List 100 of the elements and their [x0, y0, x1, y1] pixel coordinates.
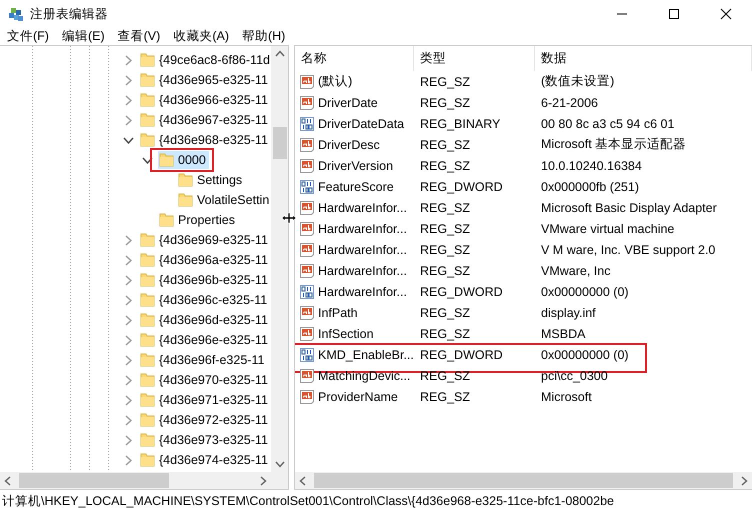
- folder-icon: [159, 212, 175, 228]
- value-name[interactable]: DriverVersion: [318, 158, 394, 172]
- tree-item[interactable]: Properties: [158, 211, 238, 229]
- value-type: REG_SZ: [419, 264, 472, 278]
- tree-item[interactable]: {4d36e966-e325-11: [139, 91, 271, 109]
- chevron-right-icon[interactable]: [124, 254, 132, 266]
- tree-item[interactable]: {4d36e96d-e325-11: [139, 311, 271, 329]
- string-value-icon: [299, 304, 315, 320]
- tree-item[interactable]: {49ce6ac8-6f86-11d: [139, 51, 271, 69]
- chevron-right-icon[interactable]: [124, 94, 132, 106]
- string-value-icon: [299, 220, 315, 236]
- value-name[interactable]: (默认): [318, 73, 352, 90]
- resize-cursor-icon: [281, 212, 297, 224]
- value-type: REG_SZ: [419, 200, 472, 214]
- tree-item[interactable]: {4d36e973-e325-11: [139, 431, 271, 449]
- folder-icon: [140, 272, 156, 288]
- menu-item[interactable]: 收藏夹(A): [167, 28, 236, 45]
- value-data: 0x00000000 (0): [541, 348, 629, 362]
- value-name[interactable]: MatchingDevic...: [318, 368, 410, 382]
- value-name[interactable]: HardwareInfor...: [318, 264, 407, 278]
- string-value-icon: [299, 262, 315, 278]
- chevron-right-icon[interactable]: [124, 454, 132, 466]
- value-data: 0x00000000 (0): [541, 284, 629, 298]
- value-data: Microsoft 基本显示适配器: [541, 137, 686, 151]
- folder-icon: [140, 412, 156, 428]
- tree-item[interactable]: {4d36e965-e325-11: [139, 71, 271, 89]
- value-name[interactable]: DriverDate: [318, 96, 378, 110]
- horizontal-scrollbar[interactable]: [295, 472, 752, 489]
- tree-item[interactable]: {4d36e96f-e325-11: [139, 351, 268, 369]
- value-type: REG_SZ: [419, 74, 472, 88]
- chevron-right-icon[interactable]: [124, 434, 132, 446]
- chevron-right-icon[interactable]: [124, 114, 132, 126]
- scrollbar-thumb[interactable]: [314, 473, 733, 488]
- tree-item[interactable]: Settings: [177, 171, 246, 189]
- tree-item[interactable]: {4d36e974-e325-11: [139, 451, 271, 469]
- folder-icon: [140, 252, 156, 268]
- tree-item[interactable]: {4d36e970-e325-11: [139, 371, 271, 389]
- menu-item[interactable]: 文件(F): [1, 28, 56, 45]
- folder-icon: [159, 152, 175, 168]
- tree-item[interactable]: 0000: [158, 151, 209, 169]
- value-name[interactable]: InfPath: [318, 306, 358, 320]
- value-name[interactable]: KMD_EnableBr...: [318, 348, 414, 362]
- tree-item[interactable]: {4d36e96c-e325-11: [139, 291, 270, 309]
- value-data: 10.0.10240.16384: [541, 158, 642, 172]
- scrollbar-thumb[interactable]: [272, 127, 286, 159]
- horizontal-scrollbar[interactable]: [0, 472, 288, 489]
- chevron-right-icon[interactable]: [124, 234, 132, 246]
- string-value-icon: [299, 200, 315, 216]
- chevron-right-icon[interactable]: [124, 374, 132, 386]
- value-name[interactable]: HardwareInfor...: [318, 200, 407, 214]
- chevron-right-icon[interactable]: [124, 294, 132, 306]
- chevron-right-icon[interactable]: [124, 414, 132, 426]
- value-name[interactable]: HardwareInfor...: [318, 284, 407, 298]
- column-header[interactable]: 数据: [535, 46, 752, 71]
- close-icon: [720, 8, 732, 20]
- tree-item[interactable]: {4d36e968-e325-11: [139, 131, 271, 149]
- column-header[interactable]: 名称: [295, 46, 414, 71]
- tree-item[interactable]: {4d36e96b-e325-11: [139, 271, 271, 289]
- window-title: 注册表编辑器: [30, 6, 108, 22]
- chevron-right-icon[interactable]: [124, 74, 132, 86]
- value-name[interactable]: ProviderName: [318, 390, 398, 404]
- chevron-right-icon[interactable]: [124, 334, 132, 346]
- tree-item[interactable]: {4d36e971-e325-11: [139, 391, 271, 409]
- value-name[interactable]: DriverDesc: [318, 138, 380, 152]
- value-name[interactable]: HardwareInfor...: [318, 222, 407, 236]
- column-header[interactable]: 类型: [414, 46, 535, 71]
- menu-item[interactable]: 帮助(H): [236, 28, 292, 45]
- chevron-right-icon[interactable]: [124, 394, 132, 406]
- scroll-left-icon: [4, 476, 11, 486]
- menu-item[interactable]: 编辑(E): [56, 28, 112, 45]
- vertical-scrollbar[interactable]: [271, 46, 288, 472]
- value-type: REG_SZ: [419, 390, 472, 404]
- chevron-down-icon[interactable]: [122, 136, 134, 144]
- value-data: display.inf: [541, 306, 596, 320]
- value-type: REG_DWORD: [419, 284, 504, 298]
- registry-path: 计算机\HKEY_LOCAL_MACHINE\SYSTEM\ControlSet001\Control\Class\{4d36e968-e325-11ce-bfc1-08002be: [2, 492, 614, 510]
- chevron-right-icon[interactable]: [124, 354, 132, 366]
- chevron-right-icon[interactable]: [124, 54, 132, 66]
- chevron-right-icon[interactable]: [124, 314, 132, 326]
- tree-item[interactable]: {4d36e969-e325-11: [139, 231, 271, 249]
- tree-item[interactable]: {4d36e96e-e325-11: [139, 331, 271, 349]
- scrollbar-thumb[interactable]: [19, 473, 169, 488]
- chevron-right-icon[interactable]: [124, 274, 132, 286]
- scroll-right-icon: [260, 476, 267, 486]
- value-type: REG_DWORD: [419, 180, 504, 194]
- value-data: VMware virtual machine: [541, 222, 674, 236]
- binary-value-icon: [299, 116, 315, 132]
- value-name[interactable]: HardwareInfor...: [318, 242, 407, 256]
- tree-item[interactable]: {4d36e96a-e325-11: [139, 251, 271, 269]
- tree-item[interactable]: {4d36e967-e325-11: [139, 111, 271, 129]
- tree-item[interactable]: {4d36e972-e325-11: [139, 411, 271, 429]
- value-name[interactable]: DriverDateData: [318, 116, 404, 130]
- folder-icon: [140, 92, 156, 108]
- chevron-down-icon[interactable]: [142, 156, 152, 164]
- value-type: REG_DWORD: [419, 348, 504, 362]
- tree-item[interactable]: VolatileSettin: [177, 191, 271, 209]
- menu-item[interactable]: 查看(V): [112, 28, 168, 45]
- value-name[interactable]: InfSection: [318, 326, 374, 340]
- value-name[interactable]: FeatureScore: [318, 180, 394, 194]
- folder-icon: [140, 72, 156, 88]
